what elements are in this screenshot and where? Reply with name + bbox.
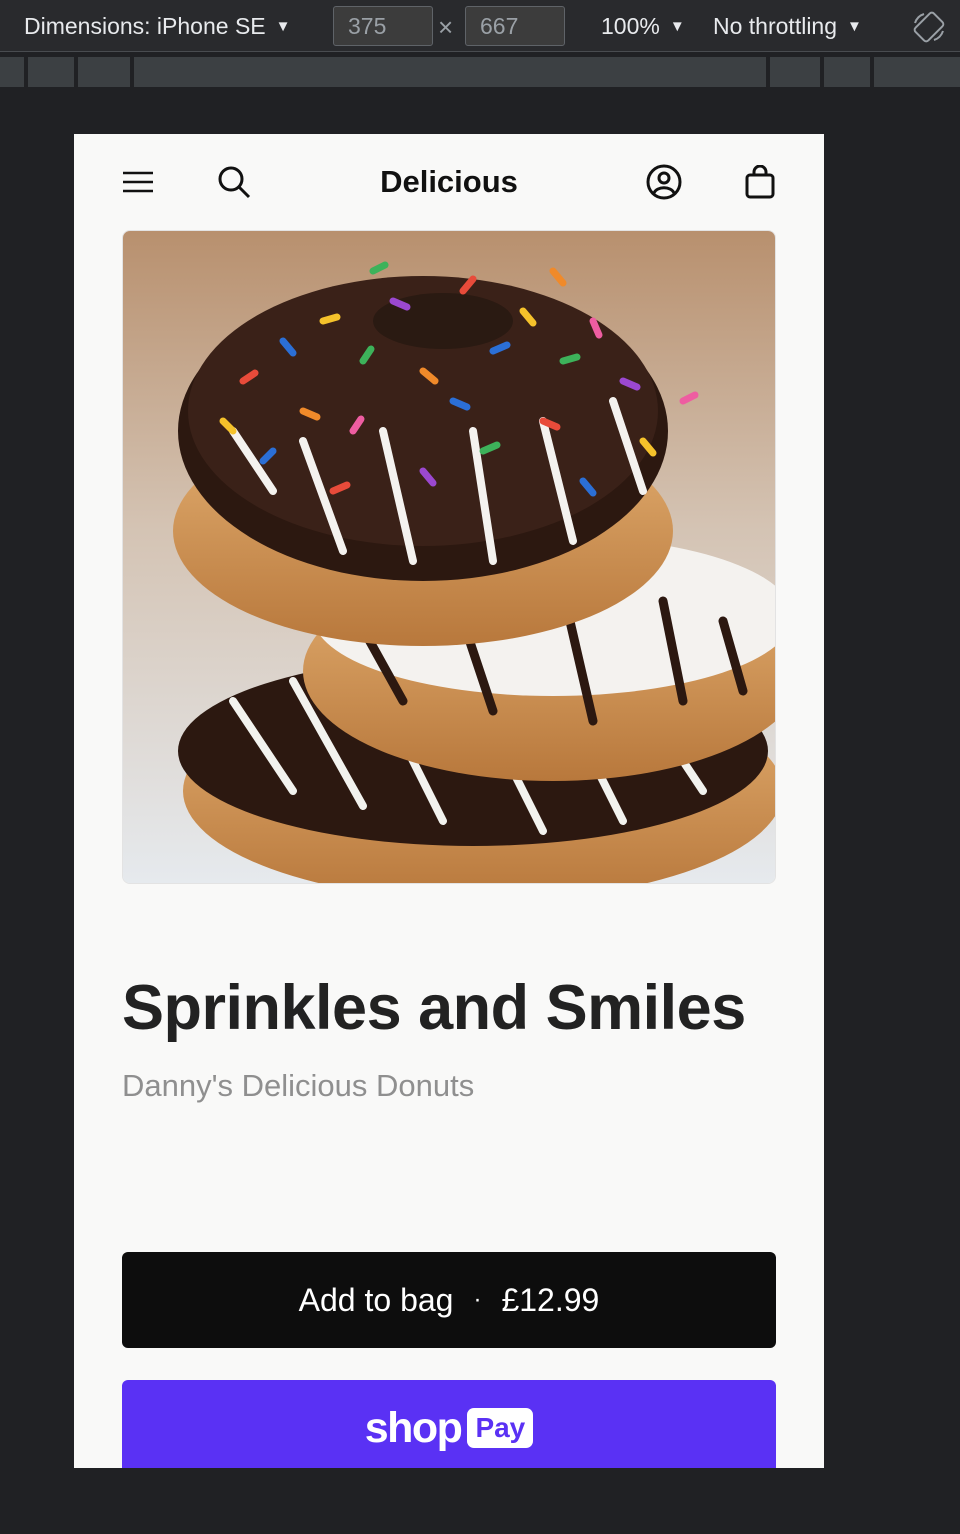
rotate-icon[interactable] [912, 11, 946, 43]
caret-down-icon: ▼ [275, 17, 291, 35]
store-header: Delicious [74, 134, 824, 230]
zoom-dropdown[interactable]: 100% ▼ [601, 0, 685, 52]
devtools-device-toolbar: Dimensions: iPhone SE ▼ 375 × 667 100% ▼… [0, 0, 960, 52]
ruler-segment[interactable] [824, 57, 870, 87]
product-title: Sprinkles and Smiles [122, 973, 746, 1043]
account-icon[interactable] [640, 158, 688, 206]
ruler-segment[interactable] [0, 57, 24, 87]
throttling-label: No throttling [713, 12, 838, 39]
shop-pay-badge: Pay [467, 1408, 534, 1448]
throttling-dropdown[interactable]: No throttling ▼ [713, 0, 862, 52]
media-query-ruler [0, 53, 960, 90]
product-vendor[interactable]: Danny's Delicious Donuts [122, 1068, 474, 1104]
caret-down-icon: ▼ [669, 17, 685, 35]
ruler-segment[interactable] [28, 57, 74, 87]
times-symbol: × [438, 12, 454, 42]
zoom-label: 100% [601, 12, 660, 39]
width-input[interactable]: 375 [333, 6, 433, 46]
ruler-segment[interactable] [134, 57, 766, 87]
product-price: £12.99 [501, 1281, 600, 1318]
separator-dot: · [473, 1286, 482, 1313]
store-name[interactable]: Delicious [74, 164, 824, 200]
product-image[interactable] [122, 230, 776, 884]
dimensions-dropdown[interactable]: Dimensions: iPhone SE ▼ [24, 0, 290, 52]
caret-down-icon: ▼ [847, 17, 862, 35]
ruler-segment[interactable] [78, 57, 130, 87]
height-input[interactable]: 667 [465, 6, 565, 46]
dimensions-label: Dimensions: iPhone SE [24, 12, 266, 39]
ruler-segment[interactable] [874, 57, 960, 87]
add-to-bag-label: Add to bag [298, 1281, 454, 1318]
device-viewport: Delicious Sprinkles and Smiles Danny's D… [74, 134, 824, 1468]
shop-pay-button[interactable]: shop Pay [122, 1380, 776, 1468]
add-to-bag-button[interactable]: Add to bag · £12.99 [122, 1252, 776, 1348]
shopping-bag-icon[interactable] [736, 158, 784, 206]
ruler-segment[interactable] [770, 57, 820, 87]
shop-pay-logo-text: shop [364, 1404, 463, 1452]
